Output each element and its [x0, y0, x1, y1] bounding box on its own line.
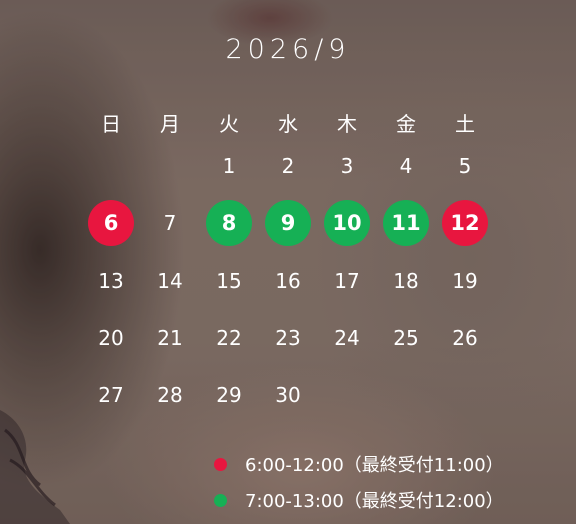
day-cell-22[interactable]: 22 [206, 315, 252, 361]
weekday-4: 木 [337, 112, 357, 136]
calendar-card: 2026/9 日月火水木金土 1 2 3 4 5 6 7 8 9 10 11 12 13 14 15 16 17… [0, 0, 576, 524]
day-cell-9[interactable]: 9 [265, 200, 311, 246]
day-cell-4[interactable]: 4 [383, 143, 429, 189]
legend-item-green: 7:00-13:00（最終受付12:00） [214, 487, 504, 513]
day-cell-21[interactable]: 21 [147, 315, 193, 361]
day-cell-30[interactable]: 30 [265, 372, 311, 418]
weekday-3: 水 [278, 112, 298, 136]
day-cell-1[interactable]: 1 [206, 143, 252, 189]
day-cell-13[interactable]: 13 [88, 258, 134, 304]
day-cell-27[interactable]: 27 [88, 372, 134, 418]
legend-label-red: 6:00-12:00（最終受付11:00） [245, 455, 504, 476]
day-cell-24[interactable]: 24 [324, 315, 370, 361]
day-cell-17[interactable]: 17 [324, 258, 370, 304]
red-dot-icon [214, 457, 227, 471]
day-cell-12[interactable]: 12 [442, 200, 488, 246]
day-cell-5[interactable]: 5 [442, 143, 488, 189]
day-cell-10[interactable]: 10 [324, 200, 370, 246]
day-cell-8[interactable]: 8 [206, 200, 252, 246]
tattoo-graphic [0, 410, 70, 524]
day-cell-19[interactable]: 19 [442, 258, 488, 304]
weekday-6: 土 [455, 112, 475, 136]
legend-label-green: 7:00-13:00（最終受付12:00） [245, 491, 504, 512]
day-cell-20[interactable]: 20 [88, 315, 134, 361]
day-cell-25[interactable]: 25 [383, 315, 429, 361]
day-cell-28[interactable]: 28 [147, 372, 193, 418]
weekday-2: 火 [219, 112, 239, 136]
day-cell-26[interactable]: 26 [442, 315, 488, 361]
day-cell-18[interactable]: 18 [383, 258, 429, 304]
day-cell-6[interactable]: 6 [88, 200, 134, 246]
day-cell-3[interactable]: 3 [324, 143, 370, 189]
day-cell-2[interactable]: 2 [265, 143, 311, 189]
day-cell-15[interactable]: 15 [206, 258, 252, 304]
day-cell-29[interactable]: 29 [206, 372, 252, 418]
day-cell-14[interactable]: 14 [147, 258, 193, 304]
month-title: 2026/9 [225, 34, 351, 65]
day-cell-16[interactable]: 16 [265, 258, 311, 304]
day-cell-23[interactable]: 23 [265, 315, 311, 361]
weekday-5: 金 [396, 112, 416, 136]
green-dot-icon [214, 493, 227, 507]
day-cell-11[interactable]: 11 [383, 200, 429, 246]
legend-item-red: 6:00-12:00（最終受付11:00） [214, 451, 504, 477]
day-cell-7[interactable]: 7 [147, 200, 193, 246]
weekday-0: 日 [101, 112, 121, 136]
weekday-1: 月 [160, 112, 180, 136]
